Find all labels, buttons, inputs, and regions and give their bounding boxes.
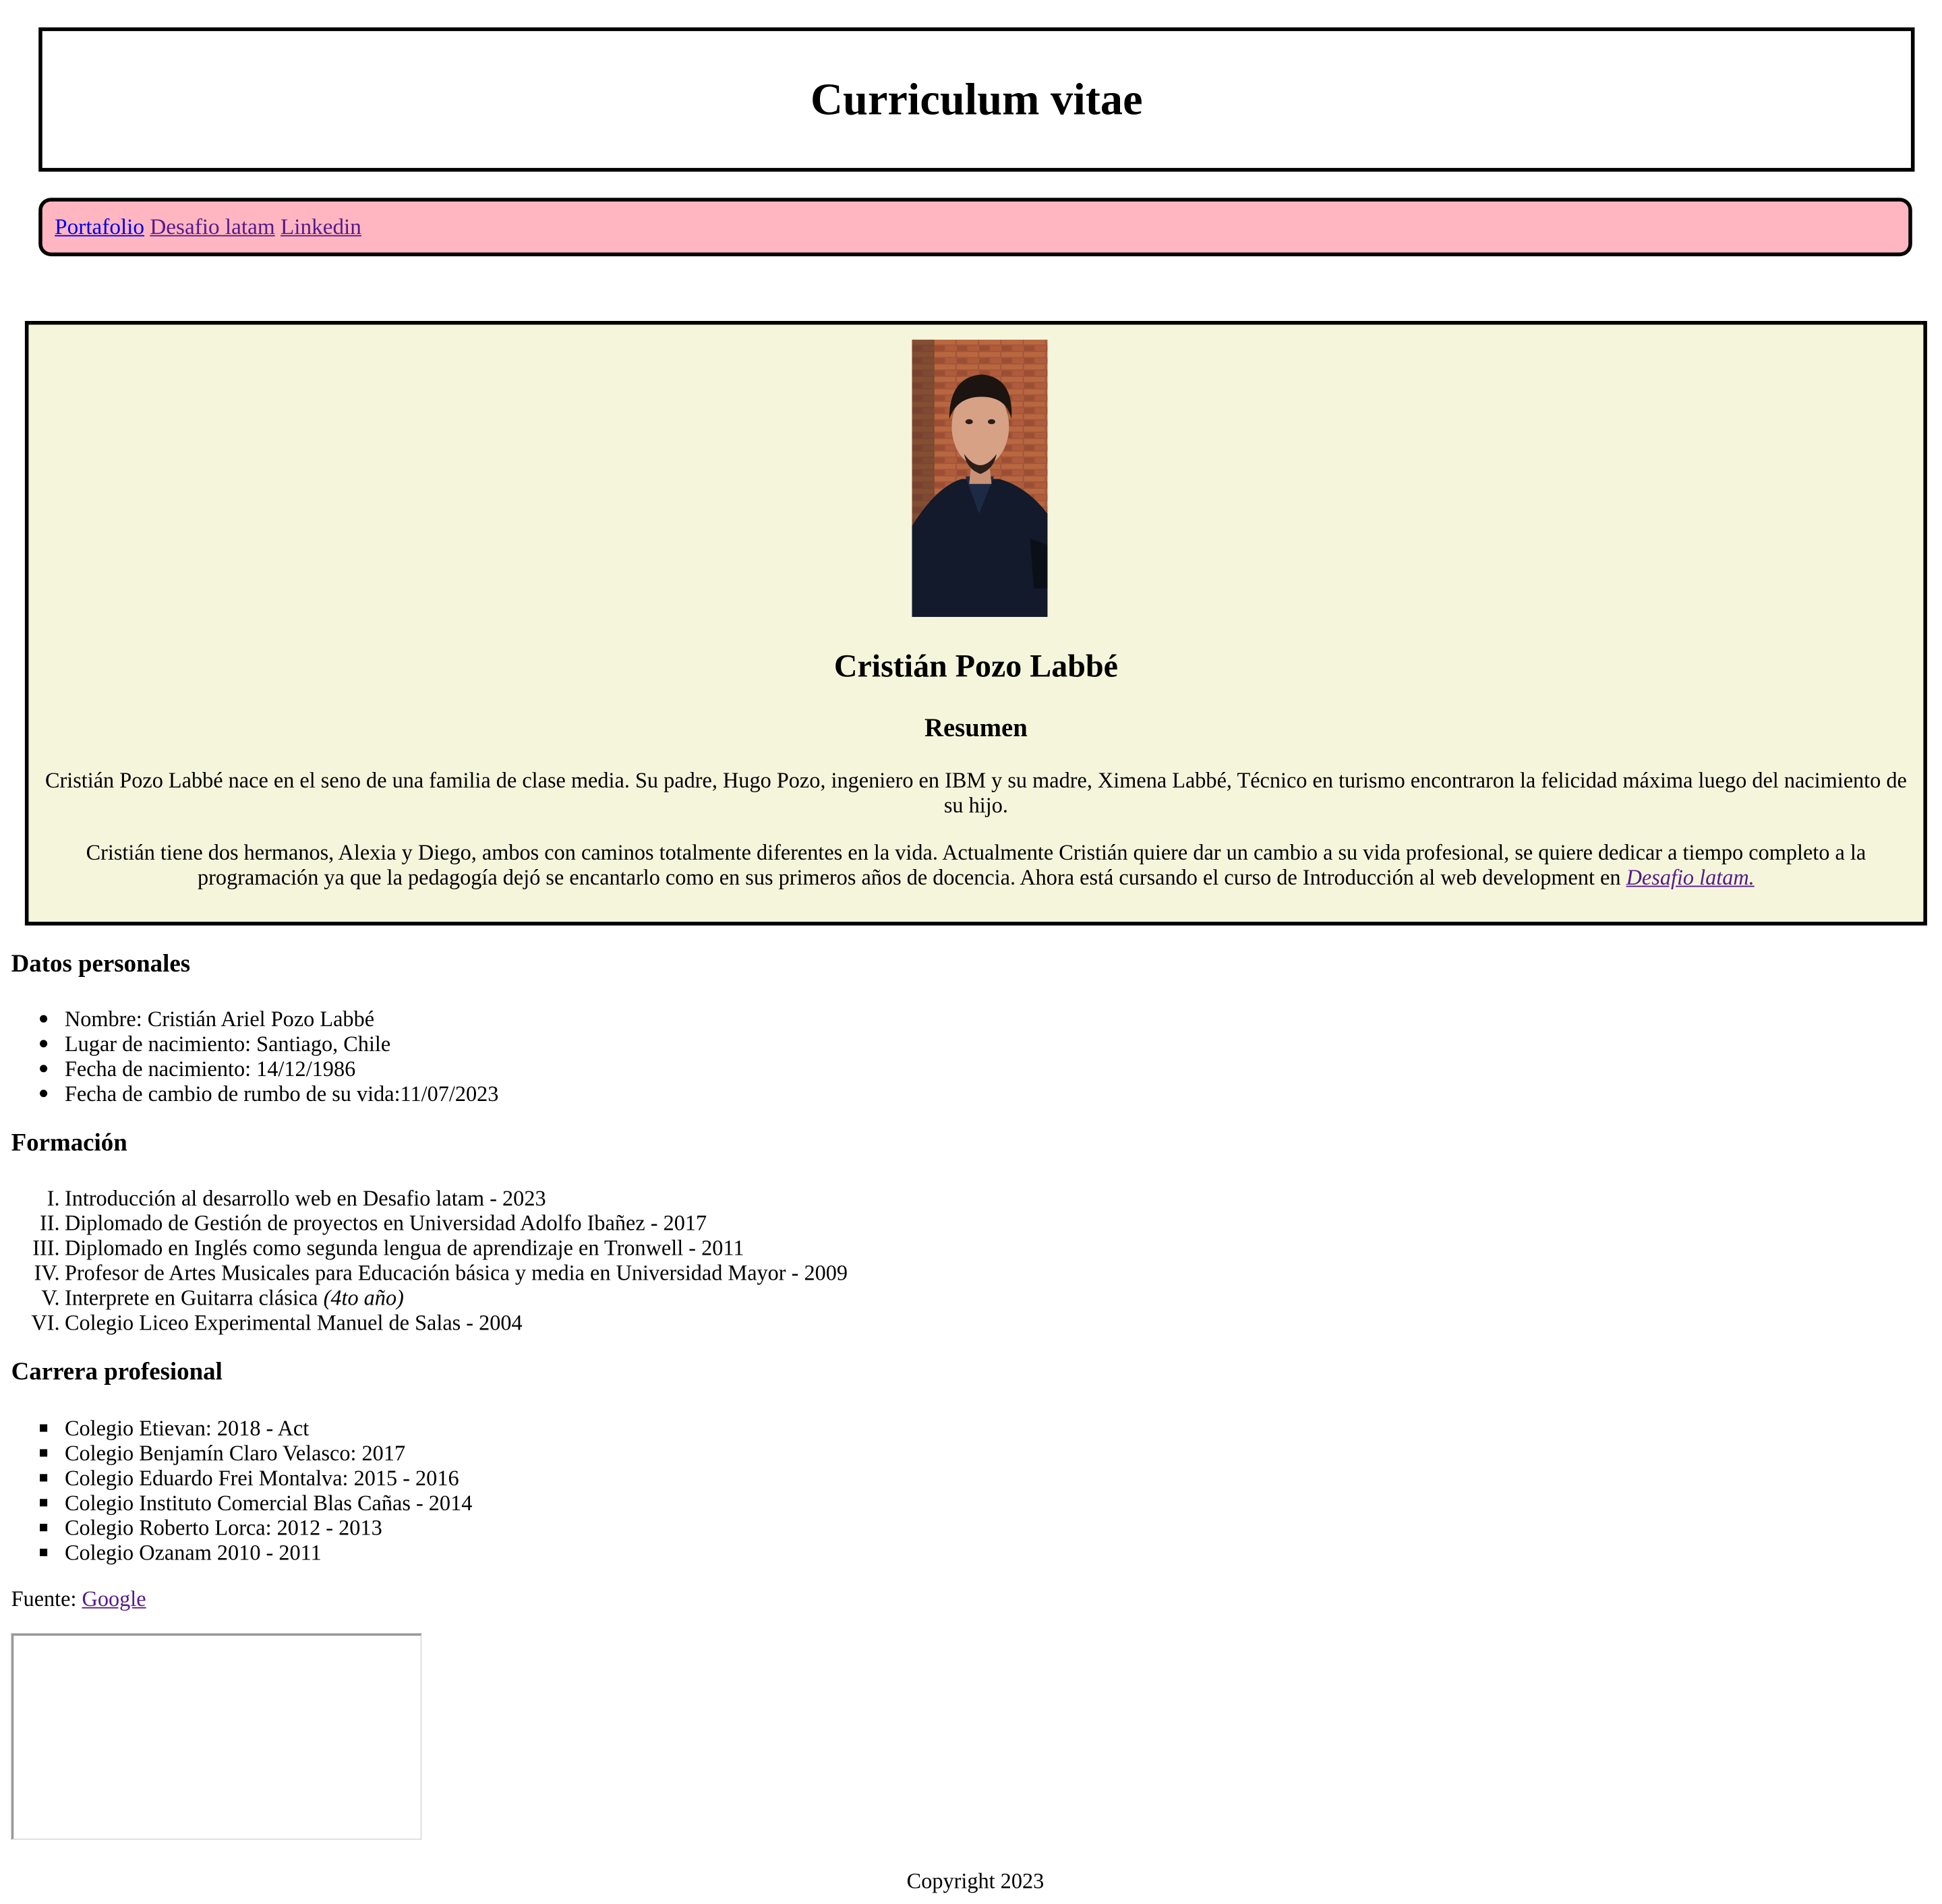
source-line: Fuente: Google <box>11 1586 146 1612</box>
career-title: Carrera profesional <box>11 1358 223 1386</box>
career-list: Colegio Etievan: 2018 - Act Colegio Benj… <box>40 1416 473 1565</box>
nav-link-portafolio[interactable]: Portafolio <box>55 214 144 239</box>
page-header: Curriculum vitae <box>38 27 1915 172</box>
summary-paragraph-2: Cristián tiene dos hermanos, Alexia y Di… <box>44 839 1909 889</box>
google-link[interactable]: Google <box>82 1586 146 1611</box>
list-item: III. Diplomado en Inglés como segunda len… <box>32 1235 848 1260</box>
list-item: I. Introducción al desarrollo web en Desa… <box>47 1185 848 1211</box>
list-item: V. Interprete en Guitarra clásica (4to añ… <box>41 1284 848 1310</box>
nav-link-linkedin[interactable]: Linkedin <box>281 214 361 239</box>
list-number: IV. <box>34 1259 60 1285</box>
list-text: Profesor de Artes Musicales para Educaci… <box>64 1259 848 1285</box>
desafio-latam-inline-link[interactable]: Desafio latam. <box>1626 864 1755 889</box>
list-item: Colegio Roberto Lorca: 2012 - 2013 <box>40 1515 472 1540</box>
nav-bar: Portafolio Desafio latam Linkedin <box>38 198 1912 257</box>
list-item: Nombre: Cristián Ariel Pozo Labbé <box>40 1007 499 1032</box>
list-text: Interprete en Guitarra clásica <box>64 1284 324 1310</box>
nav-link-desafio-latam[interactable]: Desafio latam <box>150 214 274 239</box>
summary-paragraph-1: Cristián Pozo Labbé nace en el seno de u… <box>45 767 1907 818</box>
page: Curriculum vitae Portafolio Desafio lata… <box>0 0 1942 1903</box>
list-number: VI. <box>31 1309 60 1335</box>
summary-paragraph-2-text: Cristián tiene dos hermanos, Alexia y Di… <box>86 839 1866 890</box>
list-number: III. <box>32 1235 60 1260</box>
page-title: Curriculum vitae <box>811 74 1143 125</box>
embedded-frame[interactable] <box>11 1633 422 1840</box>
personal-data-list: Nombre: Cristián Ariel Pozo Labbé Lugar … <box>40 1007 499 1106</box>
personal-data-title: Datos personales <box>11 950 191 978</box>
education-list: I. Introducción al desarrollo web en Desa… <box>31 1185 848 1335</box>
profile-card: Cristián Pozo Labbé Resumen Cristián Poz… <box>24 321 1927 926</box>
list-text: Diplomado de Gestión de proyectos en Uni… <box>64 1210 707 1236</box>
source-label: Fuente: <box>11 1586 82 1611</box>
list-item: Colegio Eduardo Frei Montalva: 2015 - 20… <box>40 1465 472 1490</box>
list-item: Fecha de nacimiento: 14/12/1986 <box>40 1056 499 1081</box>
list-item: IV. Profesor de Artes Musicales para Educ… <box>34 1259 848 1285</box>
list-text: Introducción al desarrollo web en Desafi… <box>64 1185 546 1211</box>
list-item: Lugar de nacimiento: Santiago, Chile <box>40 1032 499 1056</box>
education-title: Formación <box>11 1129 127 1157</box>
list-item: Colegio Benjamín Claro Velasco: 2017 <box>40 1441 472 1465</box>
profile-name: Cristián Pozo Labbé <box>833 648 1118 684</box>
list-item: Fecha de cambio de rumbo de su vida:11/0… <box>40 1081 499 1106</box>
list-number: II. <box>39 1210 60 1236</box>
list-number: I. <box>47 1185 60 1211</box>
footer-copyright: Copyright 2023 <box>906 1868 1044 1894</box>
list-item: II. Diplomado de Gestión de proyectos en … <box>40 1210 848 1236</box>
list-item: Colegio Instituto Comercial Blas Cañas -… <box>40 1490 473 1516</box>
list-text-italic: (4to año) <box>323 1284 404 1310</box>
list-item: VI. Colegio Liceo Experimental Manuel de … <box>31 1309 848 1335</box>
list-item: Colegio Ozanam 2010 - 2011 <box>40 1540 472 1565</box>
list-text: Colegio Liceo Experimental Manuel de Sal… <box>64 1309 523 1335</box>
summary-title: Resumen <box>924 713 1028 743</box>
list-number: V. <box>41 1284 60 1310</box>
profile-photo <box>912 339 1048 618</box>
list-text: Diplomado en Inglés como segunda lengua … <box>64 1235 744 1260</box>
list-item: Colegio Etievan: 2018 - Act <box>40 1416 472 1441</box>
